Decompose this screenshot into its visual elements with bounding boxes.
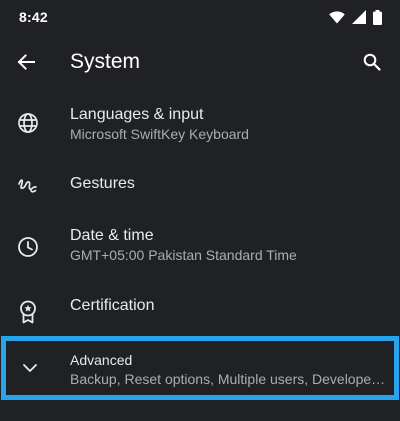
status-bar: 8:42 <box>0 0 400 34</box>
setting-summary: Microsoft SwiftKey Keyboard <box>70 126 249 142</box>
setting-title: Languages & input <box>70 106 204 123</box>
setting-title: Gestures <box>70 175 135 192</box>
back-button[interactable] <box>10 48 42 76</box>
setting-date-time[interactable]: Date & time GMT+05:00 Pakistan Standard … <box>0 212 400 282</box>
gesture-icon <box>16 173 40 197</box>
app-bar: System <box>0 34 400 90</box>
clock-icon <box>16 235 40 259</box>
settings-list: Languages & input Microsoft SwiftKey Key… <box>0 92 400 338</box>
setting-title: Date & time <box>70 227 154 244</box>
page-title: System <box>70 50 141 73</box>
setting-certification[interactable]: Certification <box>0 282 400 338</box>
setting-advanced[interactable]: Advanced Backup, Reset options, Multiple… <box>1 336 399 400</box>
search-icon <box>363 53 381 71</box>
arrow-back-icon <box>17 54 35 70</box>
setting-title: Advanced <box>70 352 133 368</box>
setting-gestures[interactable]: Gestures <box>0 158 400 212</box>
battery-icon <box>373 9 382 25</box>
setting-languages-input[interactable]: Languages & input Microsoft SwiftKey Key… <box>0 92 400 158</box>
certificate-icon <box>16 300 40 324</box>
setting-summary: GMT+05:00 Pakistan Standard Time <box>70 247 297 263</box>
search-button[interactable] <box>356 46 388 78</box>
status-time: 8:42 <box>19 9 48 25</box>
signal-icon <box>352 10 366 24</box>
wifi-icon <box>329 10 345 23</box>
status-icons <box>329 9 382 25</box>
setting-title: Certification <box>70 297 155 314</box>
globe-icon <box>16 111 40 135</box>
setting-summary: Backup, Reset options, Multiple users, D… <box>70 371 386 387</box>
chevron-down-icon <box>18 356 42 380</box>
